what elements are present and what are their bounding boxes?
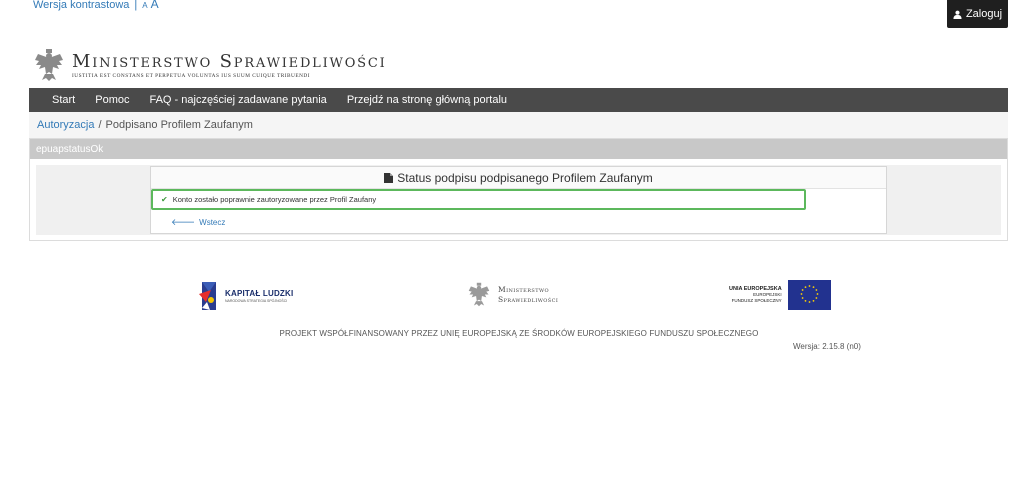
nav-item-start[interactable]: Start xyxy=(52,94,75,106)
accessibility-bar: Wersja kontrastowa | A A xyxy=(33,0,159,11)
ministry-logo[interactable]: Ministerstwo Sprawiedliwości Iustitia es… xyxy=(34,48,387,82)
eu-flag-icon xyxy=(787,280,831,310)
main-nav: Start Pomoc FAQ - najczęściej zadawane p… xyxy=(29,88,1008,112)
nav-item-help[interactable]: Pomoc xyxy=(95,94,129,106)
nav-item-faq[interactable]: FAQ - najczęściej zadawane pytania xyxy=(149,94,326,106)
ministry-footer-logo: Ministerstwo Sprawiedliwości xyxy=(468,281,558,308)
signature-status-card: Status podpisu podpisanego Profilem Zauf… xyxy=(150,166,887,234)
panel-heading: epuapstatusOk xyxy=(30,139,1007,159)
file-icon xyxy=(384,172,394,183)
font-size-big-link[interactable]: A xyxy=(151,0,159,11)
logo-motto: Iustitia est constans et perpetua volunt… xyxy=(72,72,311,79)
login-label: Zaloguj xyxy=(965,8,1003,20)
kl-title: KAPITAŁ LUDZKI xyxy=(225,289,294,298)
ms-line2: Sprawiedliwości xyxy=(498,294,559,304)
breadcrumb-link-authorization[interactable]: Autoryzacja xyxy=(37,119,94,131)
eagle-emblem-icon xyxy=(468,282,490,307)
eu-line3: FUNDUSZ SPOŁECZNY xyxy=(731,298,782,303)
check-icon: ✔ xyxy=(161,195,168,204)
font-size-small-link[interactable]: A xyxy=(142,1,147,10)
logo-title: Ministerstwo Sprawiedliwości xyxy=(72,50,387,72)
user-icon xyxy=(953,10,962,19)
app-version: Wersja: 2.15.8 (n0) xyxy=(793,342,861,351)
login-button[interactable]: Zaloguj xyxy=(947,0,1008,28)
nav-item-portal-home[interactable]: Przejdź na stronę główną portalu xyxy=(347,94,507,106)
card-header: Status podpisu podpisanego Profilem Zauf… xyxy=(151,167,886,189)
breadcrumb: Autoryzacja / Podpisano Profilem Zaufany… xyxy=(29,112,1008,138)
success-alert: ✔ Konto zostało poprawnie zautoryzowane … xyxy=(151,189,806,210)
back-label: Wstecz xyxy=(199,218,226,227)
kapital-ludzki-emblem-icon xyxy=(199,282,216,310)
back-link[interactable]: 🡐 Wstecz xyxy=(171,217,225,228)
kl-subtitle: NARODOWA STRATEGIA SPÓJNOŚCI xyxy=(225,299,288,303)
kapital-ludzki-logo: KAPITAŁ LUDZKI NARODOWA STRATEGIA SPÓJNO… xyxy=(199,280,293,312)
eu-logo: UNIA EUROPEJSKA EUROPEJSKI FUNDUSZ SPOŁE… xyxy=(729,280,831,310)
eagle-emblem-icon xyxy=(35,49,63,81)
success-message: Konto zostało poprawnie zautoryzowane pr… xyxy=(172,195,377,204)
breadcrumb-separator: / xyxy=(98,119,102,131)
project-cofinancing-text: PROJEKT WSPÓŁFINANSOWANY PRZEZ UNIĘ EURO… xyxy=(279,329,759,338)
breadcrumb-current: Podpisano Profilem Zaufanym xyxy=(105,119,253,131)
contrast-version-link[interactable]: Wersja kontrastowa xyxy=(33,0,129,11)
accessibility-separator: | xyxy=(134,0,138,11)
ms-line1: Ministerstwo xyxy=(498,284,549,294)
arrow-left-icon: 🡐 xyxy=(171,217,196,227)
card-title: Status podpisu podpisanego Profilem Zauf… xyxy=(397,170,653,185)
